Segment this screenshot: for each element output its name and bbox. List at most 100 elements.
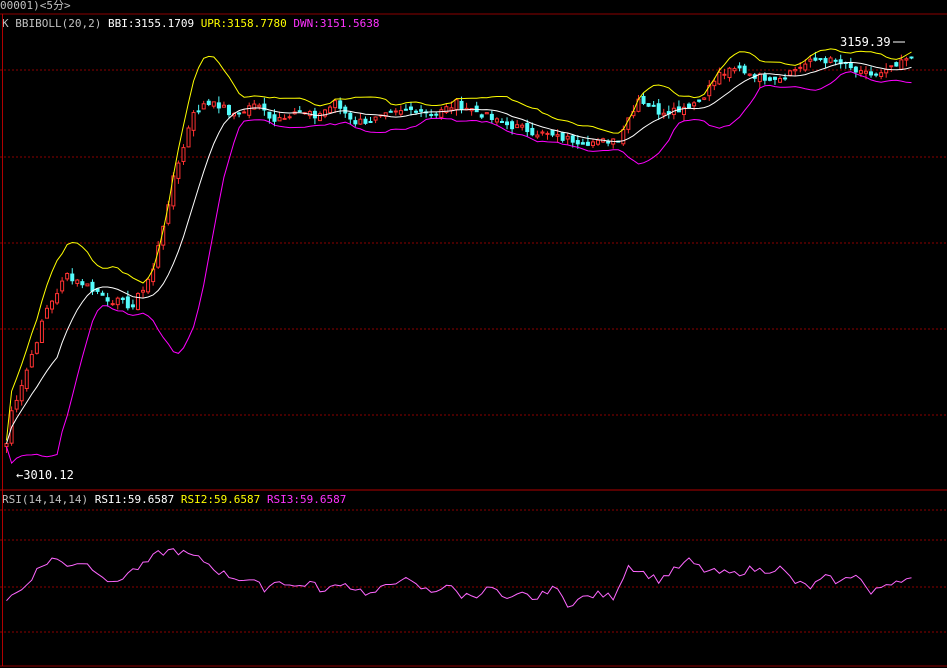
candle-body-6: [34, 342, 39, 354]
candle-body-107: [545, 132, 550, 135]
candle-body-47: [242, 111, 247, 114]
candle-body-137: [697, 99, 702, 102]
candle-body-161: [818, 58, 823, 61]
candle-body-39: [201, 103, 206, 110]
candle-body-155: [788, 70, 793, 76]
candle-body-172: [874, 73, 879, 76]
candle-body-67: [343, 106, 348, 114]
candle-body-105: [535, 134, 540, 138]
candle-body-154: [783, 77, 788, 80]
candle-body-147: [747, 73, 752, 76]
candle-body-146: [742, 65, 747, 74]
candle-body-143: [727, 67, 732, 79]
candle-body-73: [373, 116, 378, 121]
candle-body-141: [717, 71, 722, 85]
candle-body-79: [403, 108, 408, 111]
candle-body-58: [297, 110, 302, 113]
candle-body-65: [333, 100, 338, 109]
candle-body-135: [687, 103, 692, 109]
candle-body-27: [141, 289, 146, 293]
candle-body-11: [60, 280, 65, 292]
candle-body-98: [499, 121, 504, 124]
candle-body-160: [813, 57, 818, 61]
candle-body-72: [368, 121, 373, 124]
upr-line: [6, 48, 912, 441]
candle-body-153: [778, 77, 783, 83]
candle-body-64: [328, 106, 333, 113]
candle-body-70: [358, 118, 363, 125]
candle-body-115: [585, 141, 590, 146]
candle-body-150: [762, 74, 767, 81]
candle-body-175: [889, 65, 894, 68]
candle-body-176: [894, 62, 899, 67]
candle-body-77: [393, 110, 398, 113]
candle-body-26: [135, 293, 140, 311]
candle-body-16: [85, 283, 90, 287]
candle-body-12: [65, 272, 70, 280]
candle-body-128: [651, 104, 656, 107]
candle-body-122: [621, 128, 626, 145]
candle-body-15: [80, 281, 85, 286]
candle-body-130: [661, 112, 666, 116]
candle-body-62: [317, 113, 322, 122]
candle-body-55: [282, 117, 287, 120]
candle-body-96: [489, 113, 494, 120]
candle-body-20: [105, 297, 110, 302]
candle-body-158: [803, 63, 808, 71]
candle-body-167: [848, 62, 853, 69]
candle-body-82: [419, 109, 424, 112]
candle-body-76: [388, 110, 393, 113]
candle-body-28: [146, 278, 151, 293]
candle-body-94: [479, 114, 484, 118]
candle-body-90: [459, 100, 464, 110]
candle-body-36: [186, 127, 191, 148]
candle-body-136: [692, 102, 697, 107]
candle-body-44: [226, 104, 231, 116]
candle-body-37: [191, 112, 196, 131]
candle-body-140: [712, 80, 717, 87]
candle-body-173: [879, 72, 884, 77]
candle-body-7: [39, 320, 44, 344]
candle-body-21: [110, 303, 115, 306]
candle-body-179: [909, 56, 914, 59]
candle-body-56: [287, 116, 292, 119]
candle-body-138: [702, 97, 707, 100]
candle-body-4: [24, 369, 29, 390]
candle-body-40: [206, 100, 211, 105]
candle-body-117: [596, 139, 601, 145]
candle-body-25: [130, 304, 135, 308]
candle-body-99: [505, 121, 510, 126]
candle-body-116: [590, 141, 595, 147]
candle-body-145: [737, 65, 742, 69]
candle-body-174: [884, 68, 889, 74]
candle-body-86: [439, 109, 444, 118]
candle-body-156: [793, 68, 798, 72]
candle-body-9: [50, 300, 55, 310]
candle-body-66: [338, 100, 343, 109]
rsi-line: [6, 548, 912, 608]
candle-body-19: [100, 292, 105, 296]
candle-body-111: [565, 135, 570, 140]
candle-body-22: [115, 297, 120, 306]
candle-body-110: [560, 132, 565, 141]
dwn-line: [6, 71, 912, 465]
candle-body-89: [454, 99, 459, 110]
candle-body-52: [267, 111, 272, 119]
bbi-line: [6, 61, 912, 444]
candle-body-159: [808, 58, 813, 62]
candle-body-142: [722, 73, 727, 76]
candle-body-2: [14, 399, 19, 410]
candle-body-113: [575, 140, 580, 145]
candle-body-80: [408, 106, 413, 110]
candle-body-14: [75, 279, 80, 284]
candle-body-108: [550, 129, 555, 136]
candle-body-42: [216, 102, 221, 109]
candle-body-95: [484, 112, 489, 115]
candle-body-78: [398, 110, 403, 115]
candle-body-177: [899, 59, 904, 70]
candle-body-54: [277, 117, 282, 122]
candle-body-144: [732, 68, 737, 72]
kline-chart[interactable]: [0, 0, 947, 668]
candle-body-68: [348, 112, 353, 120]
candle-body-162: [823, 58, 828, 64]
